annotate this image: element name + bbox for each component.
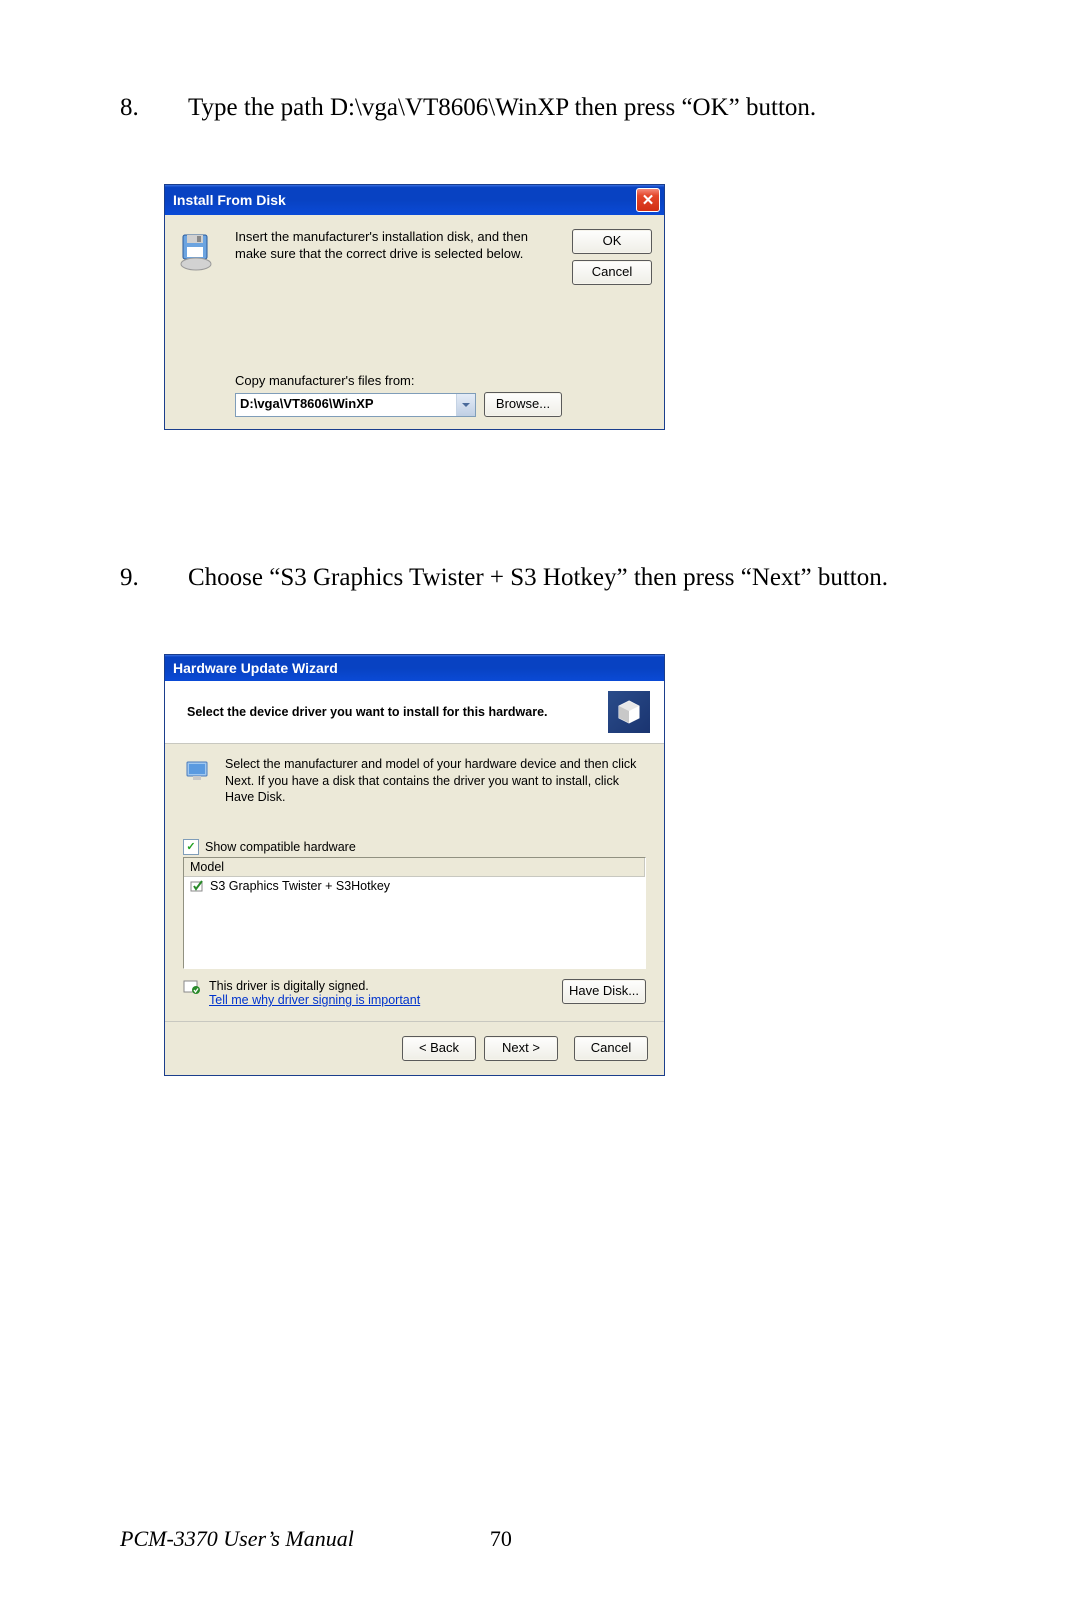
show-compatible-label: Show compatible hardware bbox=[205, 840, 356, 854]
hardware-update-wizard: Hardware Update Wizard Select the device… bbox=[164, 654, 665, 1076]
dialog-main-col: Insert the manufacturer's installation d… bbox=[235, 229, 572, 417]
step-number: 8. bbox=[120, 90, 188, 126]
step-text: Choose “S3 Graphics Twister + S3 Hotkey”… bbox=[188, 560, 960, 596]
wizard-icon bbox=[608, 691, 650, 733]
signed-text: This driver is digitally signed. bbox=[209, 979, 420, 993]
wizard-titlebar: Hardware Update Wizard bbox=[165, 655, 664, 681]
have-disk-button[interactable]: Have Disk... bbox=[562, 979, 646, 1004]
model-list-item[interactable]: S3 Graphics Twister + S3Hotkey bbox=[184, 877, 645, 895]
step-text: Type the path D:\vga\VT8606\WinXP then p… bbox=[188, 90, 960, 126]
model-item-label: S3 Graphics Twister + S3Hotkey bbox=[210, 879, 390, 893]
model-column-header: Model bbox=[184, 858, 645, 877]
footer-page-number: 70 bbox=[490, 1526, 512, 1552]
cancel-button[interactable]: Cancel bbox=[572, 260, 652, 285]
instruction-step-8: 8. Type the path D:\vga\VT8606\WinXP the… bbox=[120, 90, 960, 126]
combobox-arrow[interactable] bbox=[456, 394, 475, 416]
back-button[interactable]: < Back bbox=[402, 1036, 476, 1061]
dialog-body: Insert the manufacturer's installation d… bbox=[165, 215, 664, 429]
dialog-title: Install From Disk bbox=[173, 192, 286, 208]
certificate-icon bbox=[183, 979, 201, 995]
wizard-info-row: Select the manufacturer and model of you… bbox=[183, 756, 646, 805]
install-from-disk-dialog: Install From Disk ✕ Insert the man bbox=[164, 184, 665, 430]
chevron-down-icon bbox=[462, 403, 470, 407]
signed-driver-icon bbox=[190, 879, 206, 893]
wizard-footer: < Back Next > Cancel bbox=[165, 1021, 664, 1075]
show-compatible-checkbox[interactable]: ✓ bbox=[183, 839, 199, 855]
wizard-title: Hardware Update Wizard bbox=[173, 660, 338, 676]
signed-row: This driver is digitally signed. Tell me… bbox=[183, 979, 646, 1007]
manual-page: 8. Type the path D:\vga\VT8606\WinXP the… bbox=[0, 0, 1080, 1076]
dialog-button-col: OK Cancel bbox=[572, 229, 652, 417]
package-icon bbox=[614, 697, 644, 727]
wizard-heading: Select the device driver you want to ins… bbox=[187, 705, 548, 719]
wizard-info-text: Select the manufacturer and model of you… bbox=[225, 756, 646, 805]
signing-info-link[interactable]: Tell me why driver signing is important bbox=[209, 993, 420, 1007]
model-list[interactable]: Model S3 Graphics Twister + S3Hotkey bbox=[183, 857, 646, 969]
page-footer: PCM-3370 User’s Manual 70 bbox=[120, 1526, 960, 1552]
wizard-header: Select the device driver you want to ins… bbox=[165, 681, 664, 744]
dialog-titlebar: Install From Disk ✕ bbox=[165, 185, 664, 215]
browse-button[interactable]: Browse... bbox=[484, 392, 562, 417]
signed-left: This driver is digitally signed. Tell me… bbox=[183, 979, 420, 1007]
footer-title: PCM-3370 User’s Manual bbox=[120, 1526, 354, 1552]
dialog-icon-col bbox=[177, 229, 235, 417]
next-button[interactable]: Next > bbox=[484, 1036, 558, 1061]
hardware-icon bbox=[183, 756, 213, 805]
install-from-disk-dialog-container: Install From Disk ✕ Insert the man bbox=[164, 184, 960, 430]
floppy-disk-icon bbox=[177, 231, 219, 273]
close-icon: ✕ bbox=[642, 191, 655, 209]
instruction-step-9: 9. Choose “S3 Graphics Twister + S3 Hotk… bbox=[120, 560, 960, 596]
ok-button[interactable]: OK bbox=[572, 229, 652, 254]
show-compatible-row[interactable]: ✓ Show compatible hardware bbox=[183, 839, 646, 855]
path-combobox[interactable]: D:\vga\VT8606\WinXP bbox=[235, 393, 476, 417]
step-number: 9. bbox=[120, 560, 188, 596]
dialog-message: Insert the manufacturer's installation d… bbox=[235, 229, 562, 263]
close-button[interactable]: ✕ bbox=[636, 188, 660, 212]
path-input[interactable]: D:\vga\VT8606\WinXP bbox=[236, 394, 456, 416]
wizard-body: Select the manufacturer and model of you… bbox=[165, 744, 664, 1021]
copy-from-row: D:\vga\VT8606\WinXP Browse... bbox=[235, 392, 562, 417]
cancel-button[interactable]: Cancel bbox=[574, 1036, 648, 1061]
hardware-update-wizard-container: Hardware Update Wizard Select the device… bbox=[164, 654, 960, 1076]
copy-from-label: Copy manufacturer's files from: bbox=[235, 373, 562, 388]
